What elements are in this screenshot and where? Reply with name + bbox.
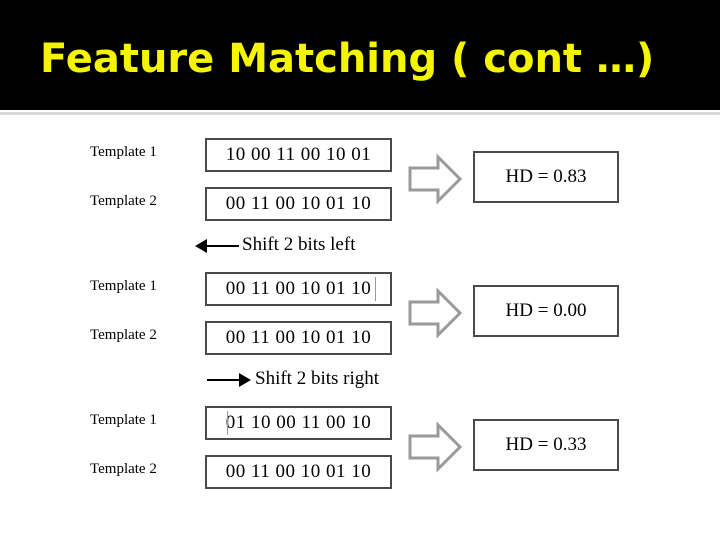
bit-string: 01 10 00 11 00 10 <box>205 406 392 440</box>
arrow-right-icon <box>239 373 251 387</box>
template-label: Template 1 <box>90 412 157 428</box>
template-label: Template 1 <box>90 278 157 294</box>
hamming-distance-box: HD = 0.83 <box>473 151 619 203</box>
hamming-distance-box: HD = 0.00 <box>473 285 619 337</box>
bit-string: 00 11 00 10 01 10 <box>205 455 392 489</box>
shift-caption-left: Shift 2 bits left <box>90 234 420 260</box>
shift-caption-text: Shift 2 bits right <box>255 368 380 389</box>
bit-string: 00 11 00 10 01 10 <box>205 272 392 306</box>
template-label: Template 2 <box>90 461 157 477</box>
block-arrow-right-icon <box>407 420 463 474</box>
shift-caption-text: Shift 2 bits left <box>242 234 356 255</box>
feature-matching-diagram: Template 1 10 00 11 00 10 01 Template 2 … <box>90 138 619 520</box>
template-label: Template 1 <box>90 144 157 160</box>
shift-caption-right: Shift 2 bits right <box>90 368 420 394</box>
arrow-right-shaft <box>207 379 239 381</box>
slide: Feature Matching ( cont …) Template 1 10… <box>0 0 720 540</box>
bit-string: 00 11 00 10 01 10 <box>205 321 392 355</box>
title-divider <box>0 112 720 115</box>
bit-string: 10 00 11 00 10 01 <box>205 138 392 172</box>
page-title: Feature Matching ( cont …) <box>40 36 655 82</box>
block-arrow-right-icon <box>407 286 463 340</box>
hamming-distance-box: HD = 0.33 <box>473 419 619 471</box>
block-arrow-right-icon <box>407 152 463 206</box>
bit-string: 00 11 00 10 01 10 <box>205 187 392 221</box>
arrow-left-icon <box>195 239 207 253</box>
arrow-left-shaft <box>207 245 239 247</box>
template-label: Template 2 <box>90 327 157 343</box>
template-label: Template 2 <box>90 193 157 209</box>
